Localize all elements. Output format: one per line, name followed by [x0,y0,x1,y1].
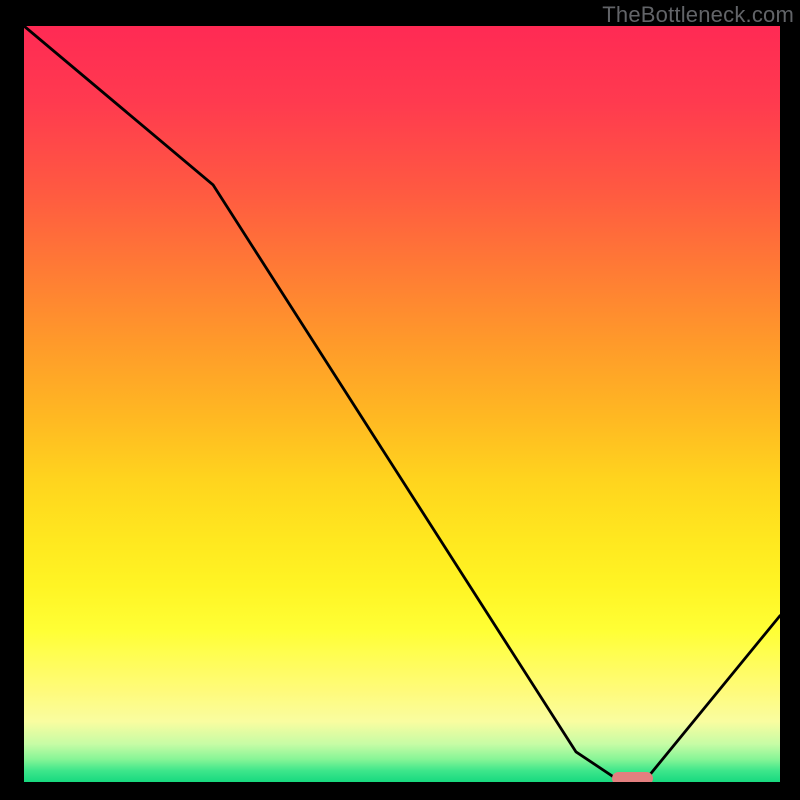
chart-container: TheBottleneck.com [0,0,800,800]
bottleneck-curve [24,26,780,782]
plot-area [24,26,780,782]
curve-svg [24,26,780,782]
watermark-text: TheBottleneck.com [602,2,794,28]
optimal-marker [612,772,654,782]
